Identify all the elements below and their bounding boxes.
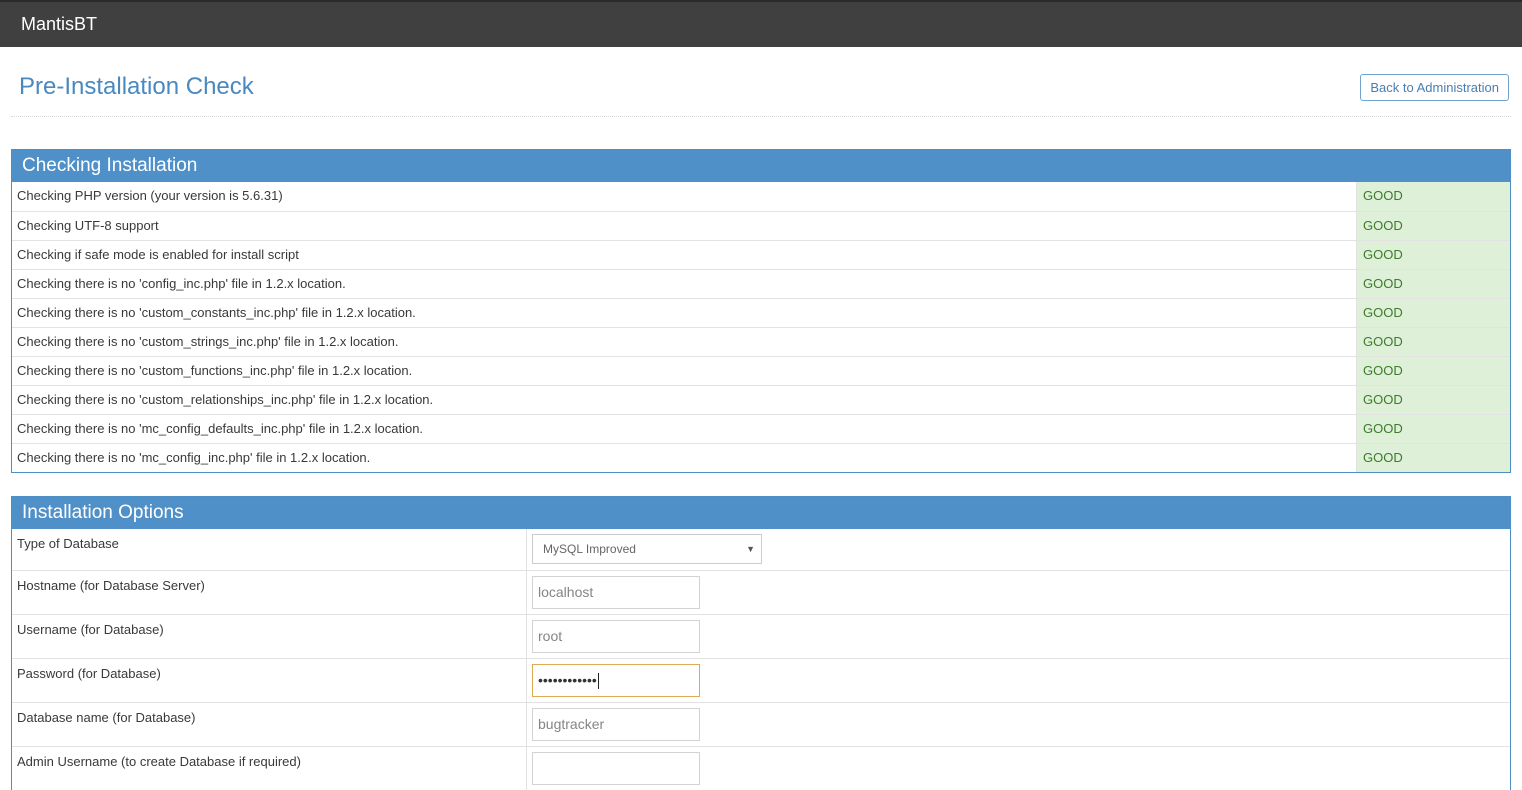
top-navbar: MantisBT [0, 0, 1522, 47]
option-row-dbname: Database name (for Database) bugtracker [12, 702, 1510, 746]
check-label: Checking there is no 'custom_functions_i… [17, 363, 413, 378]
status-badge: GOOD [1356, 241, 1510, 269]
password-masked-value: •••••••••••• [538, 672, 597, 688]
hostname-input[interactable]: localhost [532, 576, 700, 609]
status-badge: GOOD [1356, 328, 1510, 356]
status-badge: GOOD [1356, 386, 1510, 414]
table-row: Checking there is no 'custom_constants_i… [12, 298, 1510, 327]
db-type-selected-value: MySQL Improved [543, 542, 636, 556]
password-input[interactable]: •••••••••••• [532, 664, 700, 697]
check-label: Checking there is no 'custom_strings_inc… [17, 334, 399, 349]
check-label: Checking there is no 'mc_config_inc.php'… [17, 450, 371, 465]
status-badge: GOOD [1356, 299, 1510, 327]
status-badge: GOOD [1356, 444, 1510, 472]
option-row-username: Username (for Database) root [12, 614, 1510, 658]
db-type-select[interactable]: MySQL Improved ▼ [532, 534, 762, 564]
table-row: Checking there is no 'config_inc.php' fi… [12, 269, 1510, 298]
option-row-db-type: Type of Database MySQL Improved ▼ [12, 529, 1510, 570]
table-row: Checking there is no 'custom_functions_i… [12, 356, 1510, 385]
status-badge: GOOD [1356, 357, 1510, 385]
text-caret [597, 673, 599, 690]
page-title: Pre-Installation Check [19, 73, 254, 100]
admin-username-label: Admin Username (to create Database if re… [12, 747, 527, 790]
options-form: Type of Database MySQL Improved ▼ Hostna… [12, 529, 1510, 790]
check-label: Checking UTF-8 support [17, 218, 159, 233]
table-row: Checking there is no 'custom_relationshi… [12, 385, 1510, 414]
option-row-admin-username: Admin Username (to create Database if re… [12, 746, 1510, 790]
option-row-hostname: Hostname (for Database Server) localhost [12, 570, 1510, 614]
admin-username-input[interactable] [532, 752, 700, 785]
back-to-administration-button[interactable]: Back to Administration [1360, 74, 1509, 101]
table-row: Checking there is no 'mc_config_defaults… [12, 414, 1510, 443]
option-row-password: Password (for Database) •••••••••••• [12, 658, 1510, 702]
check-label: Checking there is no 'mc_config_defaults… [17, 421, 424, 436]
checking-installation-heading: Checking Installation [12, 150, 1510, 182]
checks-table: Checking PHP version (your version is 5.… [12, 182, 1510, 472]
check-label: Checking if safe mode is enabled for ins… [17, 247, 299, 262]
table-row: Checking UTF-8 support GOOD [12, 211, 1510, 240]
username-input[interactable]: root [532, 620, 700, 653]
table-row: Checking there is no 'mc_config_inc.php'… [12, 443, 1510, 472]
status-badge: GOOD [1356, 270, 1510, 298]
check-label: Checking there is no 'config_inc.php' fi… [17, 276, 346, 291]
check-label: Checking there is no 'custom_constants_i… [17, 305, 416, 320]
table-row: Checking there is no 'custom_strings_inc… [12, 327, 1510, 356]
chevron-down-icon: ▼ [746, 544, 755, 554]
table-row: Checking if safe mode is enabled for ins… [12, 240, 1510, 269]
check-label: Checking there is no 'custom_relationshi… [17, 392, 434, 407]
check-label: Checking PHP version (your version is 5.… [17, 188, 283, 203]
status-badge: GOOD [1356, 212, 1510, 240]
checking-installation-panel: Checking Installation Checking PHP versi… [11, 149, 1511, 473]
username-label: Username (for Database) [12, 615, 527, 658]
hostname-label: Hostname (for Database Server) [12, 571, 527, 614]
dbname-input[interactable]: bugtracker [532, 708, 700, 741]
installation-options-heading: Installation Options [12, 497, 1510, 529]
dbname-label: Database name (for Database) [12, 703, 527, 746]
page-header: Pre-Installation Check Back to Administr… [11, 47, 1511, 117]
status-badge: GOOD [1356, 415, 1510, 443]
table-row: Checking PHP version (your version is 5.… [12, 182, 1510, 211]
db-type-label: Type of Database [12, 529, 527, 570]
password-label: Password (for Database) [12, 659, 527, 702]
status-badge: GOOD [1356, 182, 1510, 211]
installation-options-panel: Installation Options Type of Database My… [11, 496, 1511, 790]
brand-name[interactable]: MantisBT [21, 14, 97, 35]
